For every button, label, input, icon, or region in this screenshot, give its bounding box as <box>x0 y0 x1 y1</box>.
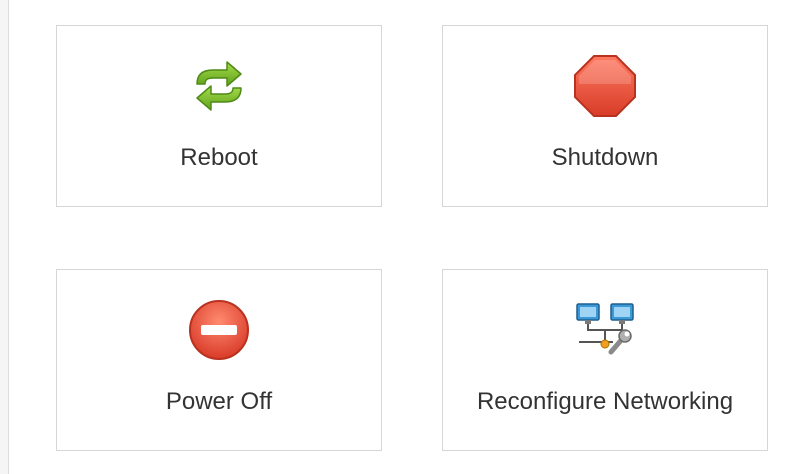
stop-icon <box>573 54 637 118</box>
reboot-icon <box>187 54 251 118</box>
shutdown-button[interactable]: Shutdown <box>442 25 768 207</box>
power-off-icon <box>187 298 251 362</box>
actions-panel: Reboot Shutdown Power Off Reconfigure Ne… <box>8 0 806 474</box>
shutdown-label: Shutdown <box>551 144 659 171</box>
reboot-button[interactable]: Reboot <box>56 25 382 207</box>
reconfigure-networking-label: Reconfigure Networking <box>476 388 734 415</box>
power-off-button[interactable]: Power Off <box>56 269 382 451</box>
power-off-label: Power Off <box>165 388 273 415</box>
network-configure-icon <box>573 298 637 362</box>
reconfigure-networking-button[interactable]: Reconfigure Networking <box>442 269 768 451</box>
reboot-label: Reboot <box>180 144 258 171</box>
